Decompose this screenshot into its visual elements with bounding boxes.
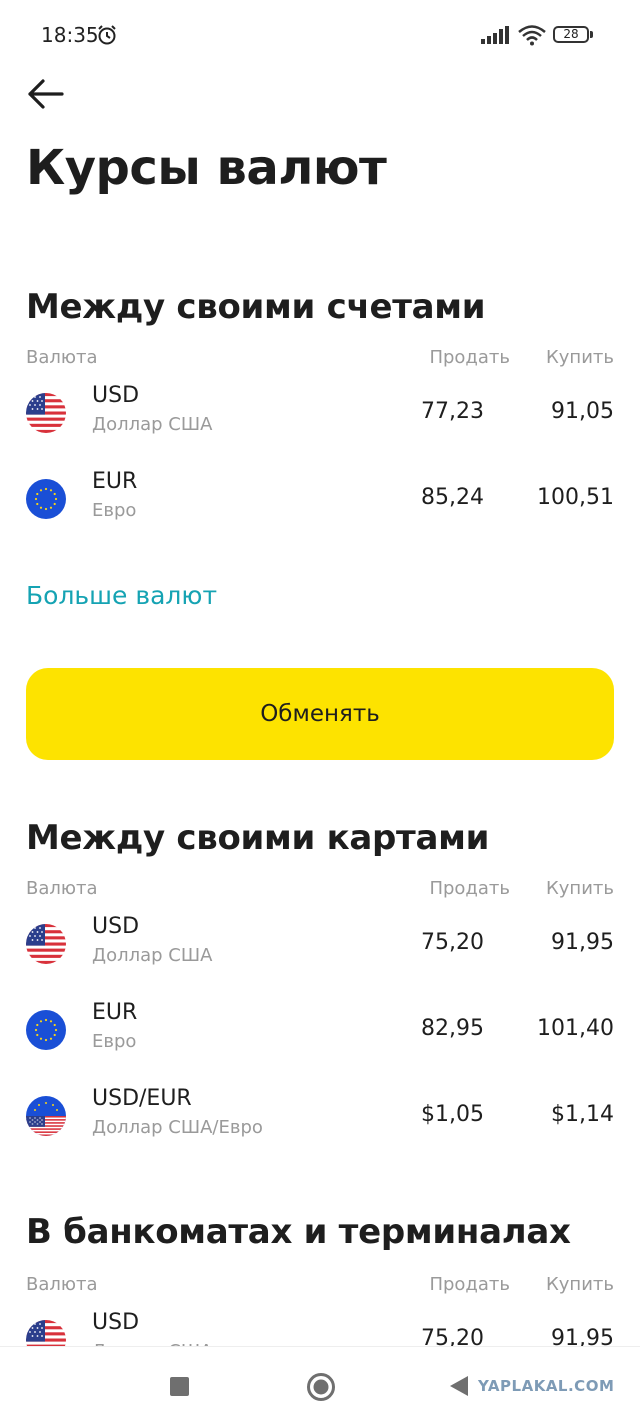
rate-row-eur[interactable]: EUR Евро 82,95 101,40: [26, 986, 614, 1072]
currency-code: EUR: [92, 469, 138, 494]
us-flag-icon: [26, 924, 66, 964]
currency-name: Евро: [92, 1031, 137, 1052]
rate-row-usd[interactable]: USD Доллар США 77,23 91,05: [26, 369, 614, 455]
status-time: 18:35: [41, 23, 99, 47]
alarm-icon: [96, 24, 118, 50]
arrow-left-icon: [28, 79, 64, 109]
eu-flag-icon: [26, 479, 66, 519]
recents-icon[interactable]: [170, 1377, 189, 1396]
sell-rate: 85,24: [421, 485, 484, 510]
header-buy: Купить: [546, 347, 614, 368]
status-bar: 18:35 28: [0, 0, 640, 70]
currency-name: Доллар США: [92, 945, 213, 966]
home-icon[interactable]: [306, 1372, 336, 1406]
sell-rate: $1,05: [421, 1102, 484, 1127]
nav-back-icon[interactable]: [448, 1374, 470, 1402]
currency-name: Доллар США: [92, 414, 213, 435]
header-sell: Продать: [429, 878, 510, 899]
watermark: YAPLAKAL.COM: [478, 1377, 615, 1395]
buy-rate: 91,05: [551, 399, 614, 424]
currency-name: Доллар США/Евро: [92, 1117, 263, 1138]
header-buy: Купить: [546, 878, 614, 899]
rates-table-header: Валюта Продать Купить: [26, 870, 614, 900]
buy-rate: 91,95: [551, 930, 614, 955]
section-title-cards: Между своими картами: [26, 818, 490, 858]
cards-section: Между своими картами Валюта Продать Купи…: [26, 818, 614, 1158]
battery-tip: [590, 31, 593, 38]
page-title: Курсы валют: [26, 140, 387, 196]
header-currency: Валюта: [26, 1274, 98, 1295]
rate-row-eur[interactable]: EUR Евро 85,24 100,51: [26, 455, 614, 541]
rate-row-usd-eur[interactable]: USD/EUR Доллар США/Евро $1,05 $1,14: [26, 1072, 614, 1158]
buy-rate: 100,51: [537, 485, 614, 510]
section-title-atm: В банкоматах и терминалах: [26, 1212, 571, 1252]
currency-code: USD: [92, 914, 140, 939]
us-flag-icon: [26, 393, 66, 433]
header-currency: Валюта: [26, 878, 98, 899]
header-sell: Продать: [429, 1274, 510, 1295]
section-title-accounts: Между своими счетами: [26, 287, 486, 327]
currency-code: USD/EUR: [92, 1086, 192, 1111]
sell-rate: 77,23: [421, 399, 484, 424]
battery-icon: 28: [553, 26, 589, 43]
signal-icon: [481, 26, 511, 48]
header-buy: Купить: [546, 1274, 614, 1295]
buy-rate: 101,40: [537, 1016, 614, 1041]
us-eu-flag-icon: [26, 1096, 66, 1136]
rates-table-header: Валюта Продать Купить: [26, 339, 614, 369]
currency-name: Евро: [92, 500, 137, 521]
back-button[interactable]: [26, 76, 66, 112]
sell-rate: 75,20: [421, 930, 484, 955]
rate-row-usd[interactable]: USD Доллар США 75,20 91,95: [26, 900, 614, 986]
eu-flag-icon: [26, 1010, 66, 1050]
rates-table-header: Валюта Продать Купить: [26, 1266, 614, 1296]
buy-rate: $1,14: [551, 1102, 614, 1127]
exchange-button[interactable]: Обменять: [26, 668, 614, 760]
header-sell: Продать: [429, 347, 510, 368]
currency-code: USD: [92, 383, 140, 408]
wifi-icon: [518, 24, 546, 50]
sell-rate: 82,95: [421, 1016, 484, 1041]
system-nav-bar: YAPLAKAL.COM: [0, 1346, 640, 1424]
header-currency: Валюта: [26, 347, 98, 368]
accounts-section: Между своими счетами Валюта Продать Купи…: [26, 287, 614, 541]
currency-code: EUR: [92, 1000, 138, 1025]
currency-code: USD: [92, 1310, 140, 1335]
more-currencies-link[interactable]: Больше валют: [26, 581, 217, 610]
